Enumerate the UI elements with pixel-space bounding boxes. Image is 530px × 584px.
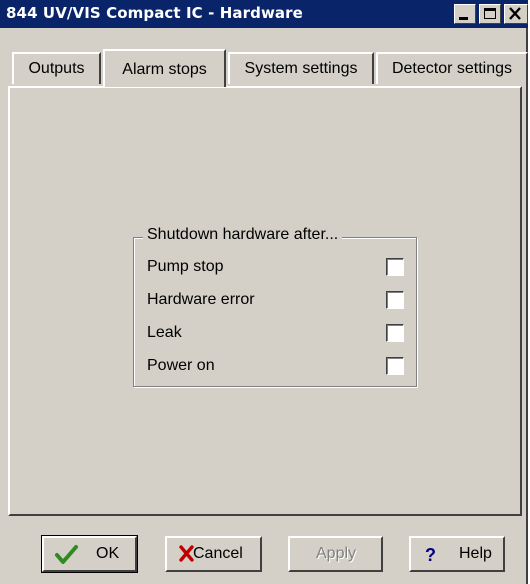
power-on-label: Power on	[147, 357, 215, 374]
close-icon	[509, 7, 521, 20]
tab-outputs[interactable]: Outputs	[12, 52, 101, 84]
maximize-icon	[484, 8, 496, 19]
tab-system-settings-label: System settings	[244, 60, 358, 77]
tab-detector-settings-label: Detector settings	[391, 60, 513, 77]
close-button[interactable]	[504, 4, 528, 24]
groupbox-title: Shutdown hardware after...	[143, 226, 343, 244]
question-mark-icon: ?	[425, 545, 436, 564]
apply-label: Apply	[316, 545, 357, 562]
apply-button[interactable]: Apply	[288, 536, 383, 572]
help-button[interactable]: ? Help	[409, 536, 505, 572]
window-title: 844 UV/VIS Compact IC - Hardware	[6, 4, 303, 22]
maximize-button[interactable]	[479, 4, 501, 24]
tab-outputs-label: Outputs	[28, 60, 85, 77]
tab-detector-settings[interactable]: Detector settings	[376, 52, 528, 84]
tab-system-settings[interactable]: System settings	[228, 52, 374, 84]
title-bar[interactable]: 844 UV/VIS Compact IC - Hardware	[0, 0, 528, 28]
ok-button[interactable]: OK	[41, 535, 138, 573]
hardware-error-checkbox[interactable]	[386, 291, 404, 309]
tab-alarm-stops-label: Alarm stops	[122, 61, 207, 78]
leak-checkbox[interactable]	[386, 324, 404, 342]
cancel-button[interactable]: Cancel	[165, 536, 262, 572]
hardware-error-label: Hardware error	[147, 291, 255, 308]
minimize-icon	[459, 17, 468, 20]
minimize-button[interactable]	[454, 4, 476, 24]
pump-stop-checkbox[interactable]	[386, 258, 404, 276]
pump-stop-label: Pump stop	[147, 258, 224, 275]
checkmark-icon	[55, 545, 78, 564]
hardware-dialog: 844 UV/VIS Compact IC - Hardware Outputs…	[0, 0, 528, 584]
svg-text:?: ?	[425, 545, 436, 564]
tab-strip: Outputs Alarm stops System settings Dete…	[0, 49, 528, 87]
tab-alarm-stops[interactable]: Alarm stops	[103, 49, 226, 87]
cancel-label: Cancel	[193, 545, 243, 562]
leak-label: Leak	[147, 324, 182, 341]
help-label: Help	[459, 545, 492, 562]
ok-label: OK	[96, 545, 120, 562]
power-on-checkbox[interactable]	[386, 357, 404, 375]
